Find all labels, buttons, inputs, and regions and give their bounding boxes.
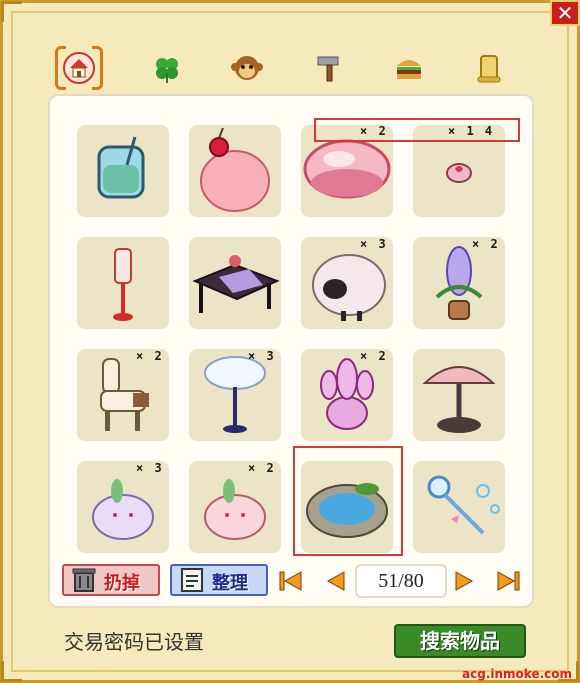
category-tabs: [55, 44, 525, 92]
monkey-icon: [231, 56, 263, 80]
discard-button[interactable]: 扔掉: [62, 564, 160, 596]
tab-scroll[interactable]: [465, 44, 513, 92]
tab-clover[interactable]: [143, 44, 191, 92]
cherry-dome-icon: [200, 127, 270, 212]
trash-icon: [72, 568, 96, 592]
item-quantity: × 3: [248, 349, 276, 363]
item-slot[interactable]: [189, 125, 281, 217]
sort-button-label: 整理: [212, 573, 248, 594]
page-indicator: 51/80: [355, 564, 447, 598]
search-items-button[interactable]: 搜索物品: [394, 624, 526, 658]
item-quantity: × 2: [136, 349, 164, 363]
clipboard-icon: [181, 568, 203, 592]
item-quantity: × 1 4: [448, 124, 495, 138]
juice-cup-icon: [97, 136, 145, 199]
item-slot[interactable]: [189, 237, 281, 329]
pink-heart-candle-icon: [446, 163, 472, 183]
house-icon: [63, 52, 95, 84]
first-page-icon[interactable]: [277, 568, 303, 594]
item-slot[interactable]: [413, 461, 505, 553]
tab-hammer[interactable]: [305, 44, 353, 92]
stone-pond-icon: [306, 483, 388, 538]
last-page-icon[interactable]: [496, 568, 522, 594]
item-quantity: × 2: [248, 461, 276, 475]
close-button[interactable]: ✕: [550, 0, 580, 26]
next-page-icon[interactable]: [452, 568, 478, 594]
watermark: acg.inmoke.com: [462, 667, 572, 681]
prev-page-icon[interactable]: [322, 568, 348, 594]
item-slot[interactable]: [77, 237, 169, 329]
tab-monkey[interactable]: [223, 44, 271, 92]
item-quantity: × 3: [360, 237, 388, 251]
trade-password-status: 交易密码已设置: [64, 630, 204, 654]
dining-table-icon: [192, 255, 280, 313]
discard-button-label: 扔掉: [104, 573, 140, 594]
standing-lamp-icon: [113, 248, 133, 321]
tab-house[interactable]: [55, 44, 103, 92]
burger-icon: [397, 60, 421, 79]
item-quantity: × 2: [360, 349, 388, 363]
tab-burger[interactable]: [385, 44, 433, 92]
frame-corner: [1, 661, 22, 682]
bubble-wand-icon: [427, 475, 500, 535]
item-quantity: × 2: [360, 124, 388, 138]
frame-corner: [1, 1, 22, 22]
clover-icon: [156, 58, 178, 83]
item-slot[interactable]: [301, 125, 393, 217]
current-page: 51: [378, 570, 399, 592]
mushroom-table-lamp-icon: [422, 366, 496, 433]
item-quantity: × 3: [136, 461, 164, 475]
sort-button[interactable]: 整理: [170, 564, 268, 596]
scroll-icon: [477, 55, 501, 83]
item-slot[interactable]: [301, 461, 393, 553]
hammer-icon: [317, 56, 339, 82]
pink-fluffy-bush-icon: [303, 139, 391, 199]
item-slot[interactable]: [77, 125, 169, 217]
item-quantity: × 2: [472, 237, 500, 251]
item-slot[interactable]: [413, 349, 505, 441]
total-pages: 80: [403, 570, 424, 592]
item-slot[interactable]: [413, 125, 505, 217]
